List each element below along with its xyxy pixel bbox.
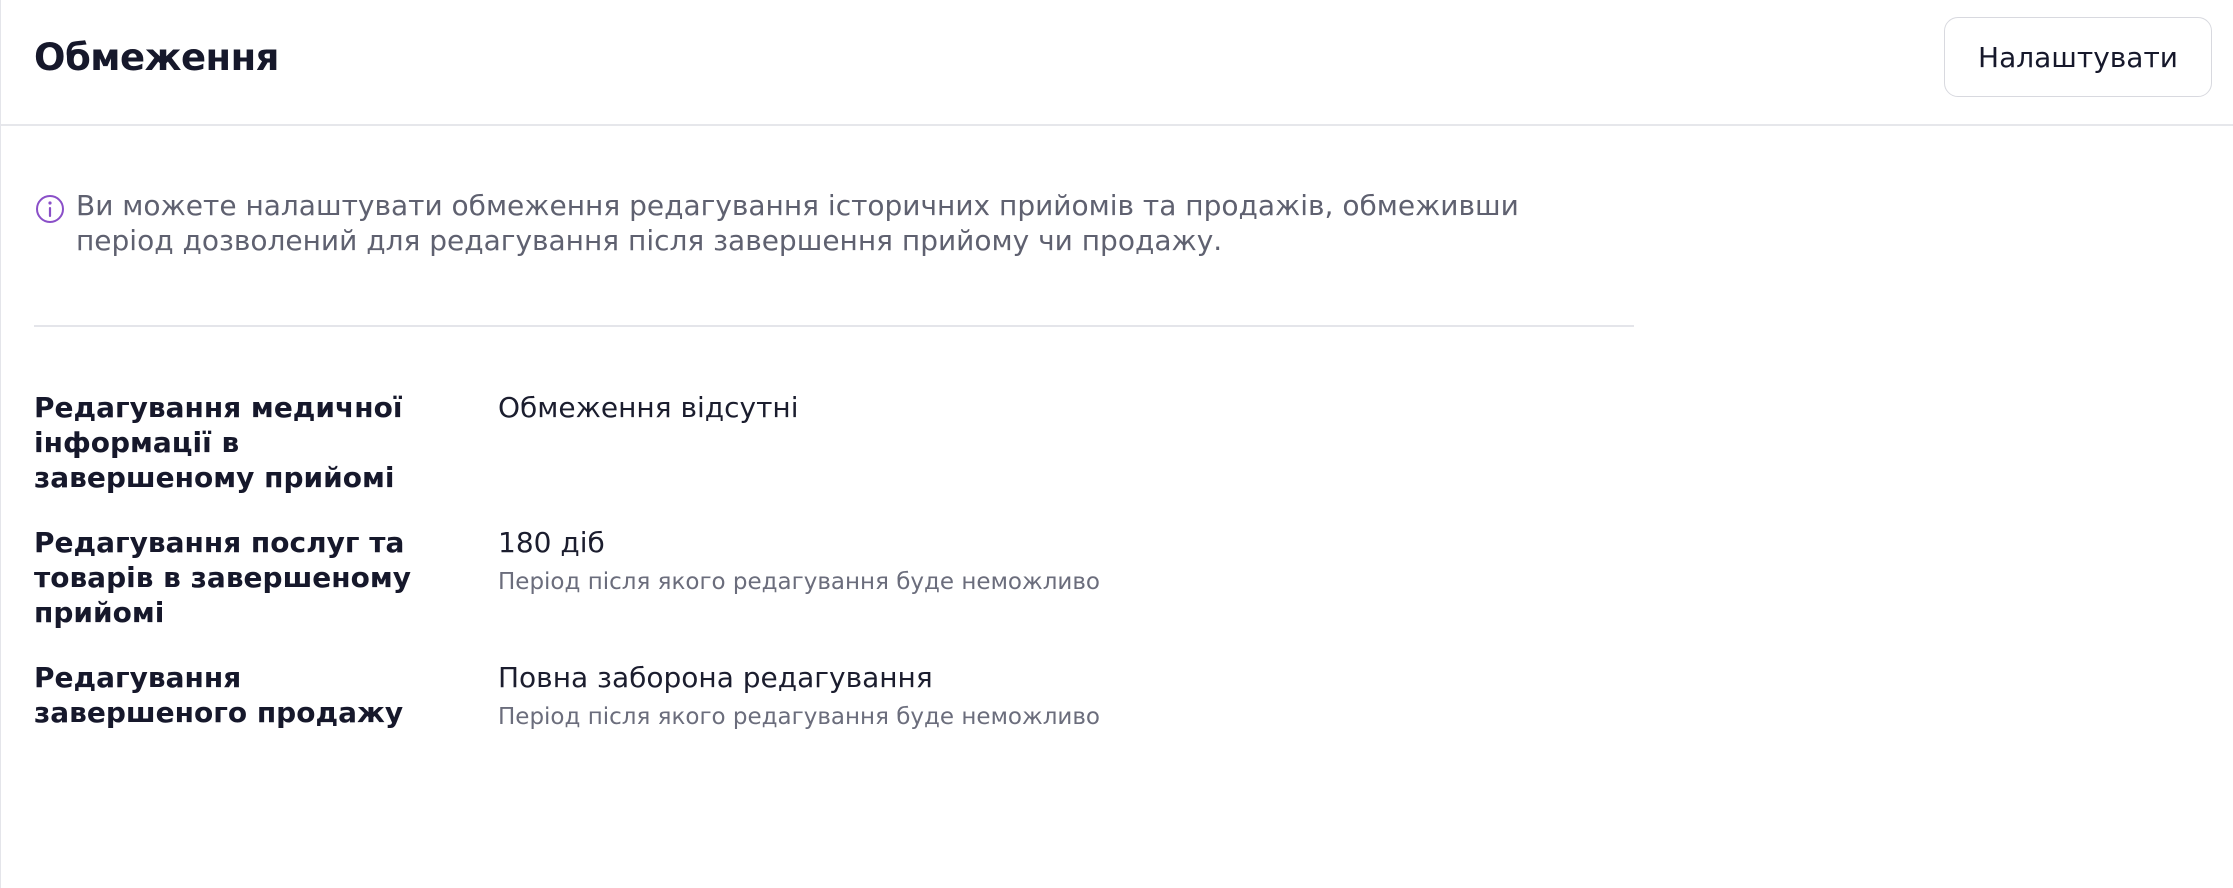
setting-label: Редагування завершеного продажу (34, 661, 404, 729)
info-text: Ви можете налаштувати обмеження редагува… (76, 189, 1519, 257)
setting-row-medical-info: Редагування медичної інформації в заверш… (34, 390, 1634, 495)
setting-value: 180 діб (498, 526, 605, 559)
setting-row-completed-sale: Редагування завершеного продажу Повна за… (34, 660, 1634, 732)
setting-value-group: Обмеження відсутні (498, 390, 798, 425)
setting-value: Повна заборона редагування (498, 661, 933, 694)
divider (34, 325, 1634, 327)
info-notice: Ви можете налаштувати обмеження редагува… (34, 188, 1594, 258)
configure-button[interactable]: Налаштувати (1944, 17, 2212, 97)
restrictions-page: Обмеження Налаштувати Ви можете налаштув… (0, 0, 2233, 888)
setting-label: Редагування послуг та товарів в завершен… (34, 526, 412, 629)
setting-label: Редагування медичної інформації в заверш… (34, 391, 403, 494)
settings-list: Редагування медичної інформації в заверш… (34, 390, 1634, 762)
setting-row-services-goods: Редагування послуг та товарів в завершен… (34, 525, 1634, 630)
setting-hint: Період після якого редагування буде немо… (498, 569, 1100, 595)
setting-value: Обмеження відсутні (498, 391, 799, 424)
setting-hint: Період після якого редагування буде немо… (498, 704, 1100, 730)
page-header: Обмеження Налаштувати (1, 0, 2233, 126)
page-title: Обмеження (34, 36, 279, 79)
setting-value-group: Повна заборона редагування Період після … (498, 660, 1100, 732)
setting-value-group: 180 діб Період після якого редагування б… (498, 525, 1100, 597)
info-icon (36, 195, 64, 223)
